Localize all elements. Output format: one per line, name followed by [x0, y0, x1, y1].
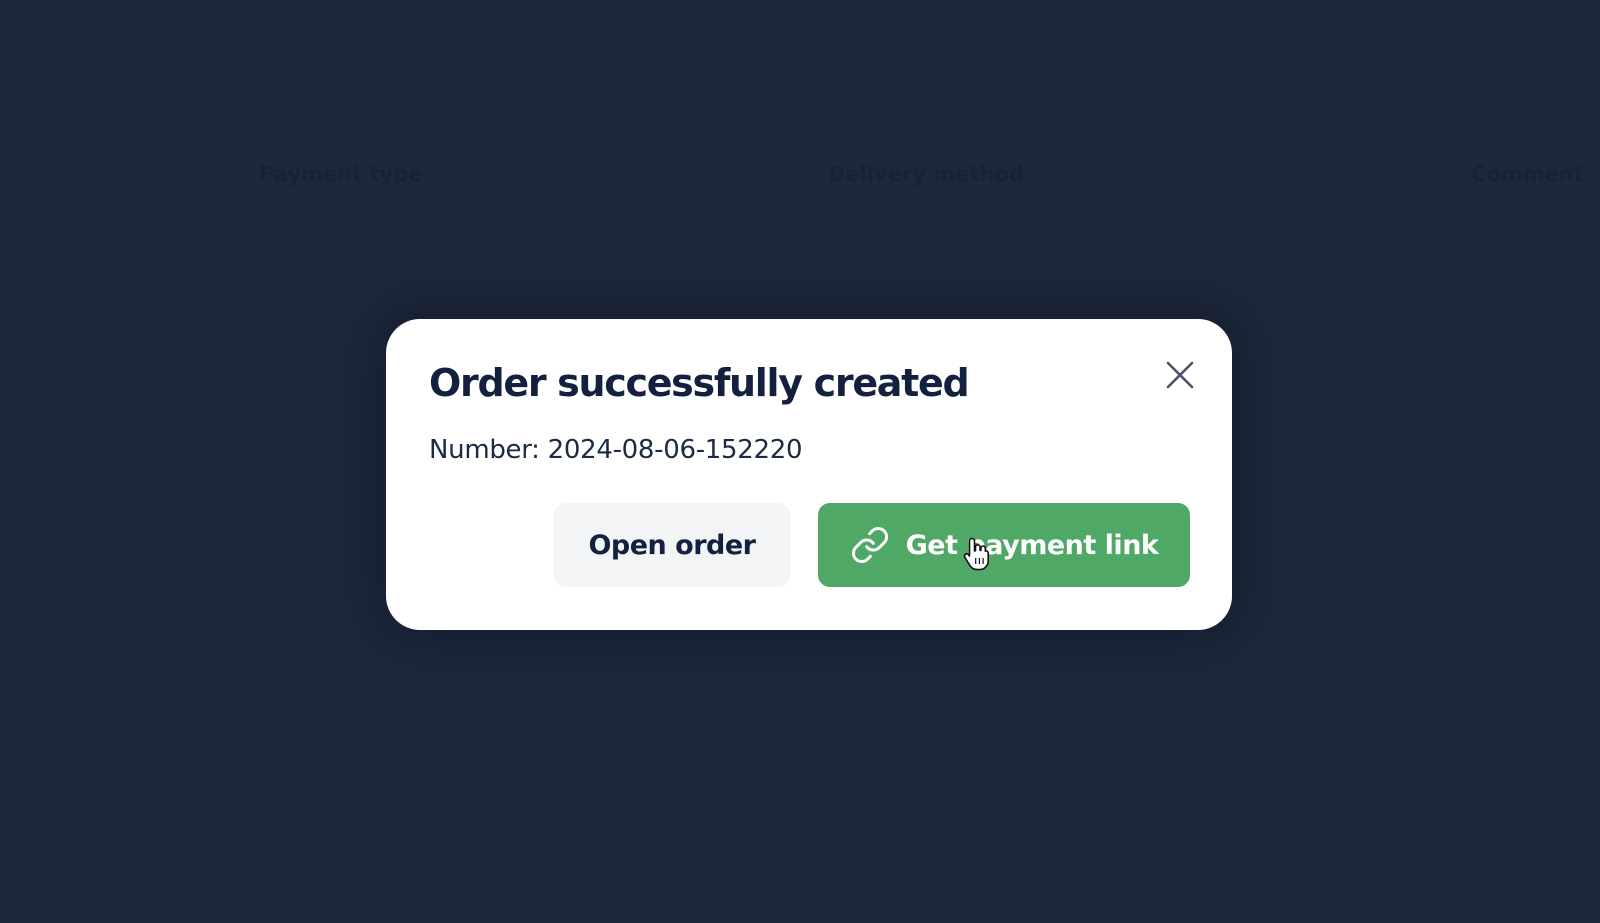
open-order-label: Open order — [588, 529, 756, 561]
close-icon — [1166, 361, 1194, 389]
get-payment-link-button[interactable]: Get payment link — [818, 503, 1190, 587]
order-number: Number: 2024-08-06-152220 — [429, 435, 803, 465]
column-header-payment-type: Payment type — [259, 162, 423, 186]
modal-title: Order successfully created — [429, 361, 970, 405]
open-order-button[interactable]: Open order — [554, 503, 790, 587]
order-created-modal: Order successfully created Number: 2024-… — [386, 319, 1232, 630]
background-header — [0, 0, 1600, 149]
close-button[interactable] — [1158, 353, 1202, 397]
column-header-comment: Comment — [1471, 162, 1584, 186]
get-payment-link-label: Get payment link — [905, 529, 1159, 561]
link-icon — [850, 525, 890, 565]
column-header-delivery-method: Delivery method — [828, 162, 1024, 186]
